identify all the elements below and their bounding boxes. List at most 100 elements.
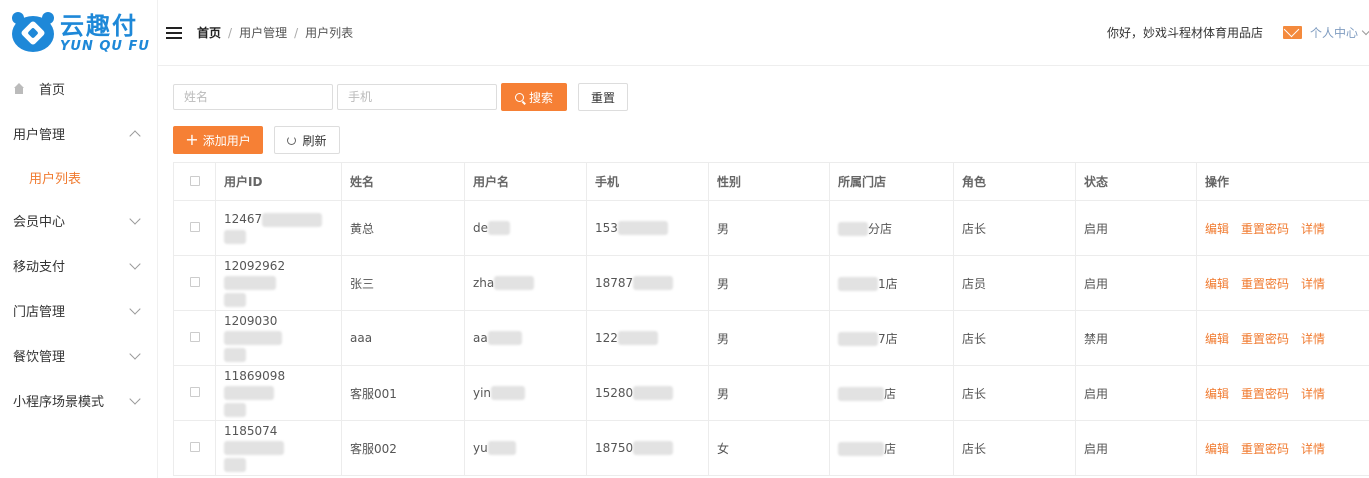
sidebar-item-mobile-pay[interactable]: 移动支付 [0, 243, 157, 288]
sidebar-item-catering[interactable]: 餐饮管理 [0, 333, 157, 378]
phone-cell: 15280 [586, 365, 709, 421]
redacted-block [224, 229, 246, 244]
column-header: 角色 [953, 162, 1076, 201]
brand-logo[interactable]: 云趣付 YUN QU FU [0, 0, 157, 66]
reset-password-link[interactable]: 重置密码 [1241, 332, 1289, 346]
username: yin [473, 385, 492, 400]
status-cell: 启用 [1075, 420, 1197, 476]
store-cell: 店 [829, 365, 954, 421]
phone-search-input[interactable] [337, 84, 497, 110]
user-id-cell: 1185074 [215, 420, 342, 476]
redacted-block [633, 441, 674, 456]
user-id: 12467 [224, 212, 263, 226]
store-cell: 分店 [829, 200, 954, 256]
column-header: 状态 [1075, 162, 1197, 201]
home-icon [13, 82, 25, 95]
username-cell: yu [464, 420, 587, 476]
search-button[interactable]: 搜索 [501, 83, 567, 111]
reset-password-link[interactable]: 重置密码 [1241, 387, 1289, 401]
mail-icon[interactable] [1282, 26, 1302, 39]
row-checkbox[interactable] [189, 387, 200, 397]
row-checkbox[interactable] [189, 442, 200, 452]
role-cell: 店员 [953, 255, 1076, 311]
row-select-cell [173, 365, 216, 421]
role-cell: 店长 [953, 310, 1076, 366]
redacted-block [224, 331, 282, 345]
name-search-input[interactable] [173, 84, 333, 110]
reset-password-link[interactable]: 重置密码 [1241, 222, 1289, 236]
table-row: 11869098 客服001 yin 15280 男 店 店长 启用 编辑 重置密… [173, 365, 1369, 421]
details-link[interactable]: 详情 [1301, 222, 1325, 236]
phone: 122 [595, 330, 618, 345]
redacted-block [617, 221, 668, 236]
store: 店 [884, 441, 897, 456]
select-all-checkbox[interactable] [189, 175, 200, 186]
table-actions: + 添加用户 刷新 [173, 126, 340, 154]
edit-link[interactable]: 编辑 [1205, 332, 1229, 346]
brand-name-cn: 云趣付 [60, 11, 138, 40]
operations-cell: 编辑 重置密码 详情 [1196, 255, 1369, 311]
row-checkbox[interactable] [189, 222, 200, 232]
refresh-button[interactable]: 刷新 [274, 126, 340, 154]
name-cell: aaa [341, 310, 465, 366]
greeting-text: 你好，妙戏斗程材体育用品店 [1106, 26, 1263, 40]
sidebar-item-member-center[interactable]: 会员中心 [0, 198, 157, 243]
redacted-block [494, 276, 535, 291]
sidebar-item-user-list[interactable]: 用户列表 [0, 156, 157, 198]
table-row: 1185074 客服002 yu 18750 女 店 店长 启用 编辑 重置密码详… [173, 420, 1369, 476]
gender-cell: 男 [708, 365, 830, 421]
breadcrumb-separator: / [294, 25, 299, 40]
edit-link[interactable]: 编辑 [1205, 277, 1229, 291]
role-cell: 店长 [953, 420, 1076, 476]
logo-icon [10, 12, 56, 54]
sidebar-item-label: 首页 [39, 83, 66, 98]
store: 店 [884, 386, 897, 401]
breadcrumb-home[interactable]: 首页 [197, 24, 221, 41]
role-cell: 店长 [953, 200, 1076, 256]
table-row: 12467 黄总 de 153 男 分店 店长 启用 编辑 重置密码 详情 [173, 200, 1369, 256]
sidebar-item-miniprogram[interactable]: 小程序场景模式 [0, 378, 157, 423]
edit-link[interactable]: 编辑 [1205, 387, 1229, 401]
redacted-block [838, 332, 878, 346]
details-link[interactable]: 详情 [1301, 277, 1325, 291]
chevron-down-icon [129, 257, 141, 270]
operations-cell: 编辑 重置密码 详情 [1196, 420, 1369, 476]
sidebar-item-home[interactable]: 首页 [0, 66, 157, 111]
sidebar-item-store-management[interactable]: 门店管理 [0, 288, 157, 333]
details-link[interactable]: 详情 [1301, 442, 1325, 456]
role-cell: 店长 [953, 365, 1076, 421]
edit-link[interactable]: 编辑 [1205, 222, 1229, 236]
breadcrumb-user-management[interactable]: 用户管理 [239, 24, 287, 41]
phone: 15280 [595, 385, 634, 400]
chevron-up-icon [129, 129, 141, 142]
redacted-block [224, 458, 246, 472]
add-user-button[interactable]: + 添加用户 [173, 126, 263, 154]
operations-cell: 编辑 重置密码 详情 [1196, 365, 1369, 421]
column-header: 性别 [708, 162, 830, 201]
name-cell: 客服001 [341, 365, 465, 421]
search-bar: 搜索 重置 [173, 83, 628, 111]
details-link[interactable]: 详情 [1301, 387, 1325, 401]
redacted-block [224, 441, 284, 455]
row-checkbox[interactable] [189, 277, 200, 287]
sidebar-menu: 首页 用户管理 用户列表 会员中心 移动支付 门店管理 餐饮管理 小程序场景模式 [0, 66, 157, 423]
reset-password-link[interactable]: 重置密码 [1241, 277, 1289, 291]
chevron-down-icon[interactable] [1361, 26, 1369, 35]
sidebar-item-label: 用户管理 [13, 128, 66, 143]
details-link[interactable]: 详情 [1301, 332, 1325, 346]
user-table: 用户ID 姓名 用户名 手机 性别 所属门店 角色 状态 操作 12467 黄总… [173, 162, 1369, 476]
user-center-link[interactable]: 个人中心 [1310, 24, 1358, 41]
sidebar-item-user-management[interactable]: 用户管理 [0, 111, 157, 156]
column-header: 操作 [1196, 162, 1369, 201]
redacted-block [224, 276, 276, 290]
main-content: 首页 / 用户管理 / 用户列表 你好，妙戏斗程材体育用品店 个人中心 搜索 重… [158, 0, 1369, 478]
edit-link[interactable]: 编辑 [1205, 442, 1229, 456]
reset-button[interactable]: 重置 [578, 83, 628, 111]
menu-icon[interactable] [166, 26, 182, 39]
row-checkbox[interactable] [189, 332, 200, 342]
redacted-block [224, 403, 246, 417]
name-cell: 客服002 [341, 420, 465, 476]
reset-password-link[interactable]: 重置密码 [1241, 442, 1289, 456]
row-select-cell [173, 255, 216, 311]
user-id: 1185074 [224, 423, 278, 438]
